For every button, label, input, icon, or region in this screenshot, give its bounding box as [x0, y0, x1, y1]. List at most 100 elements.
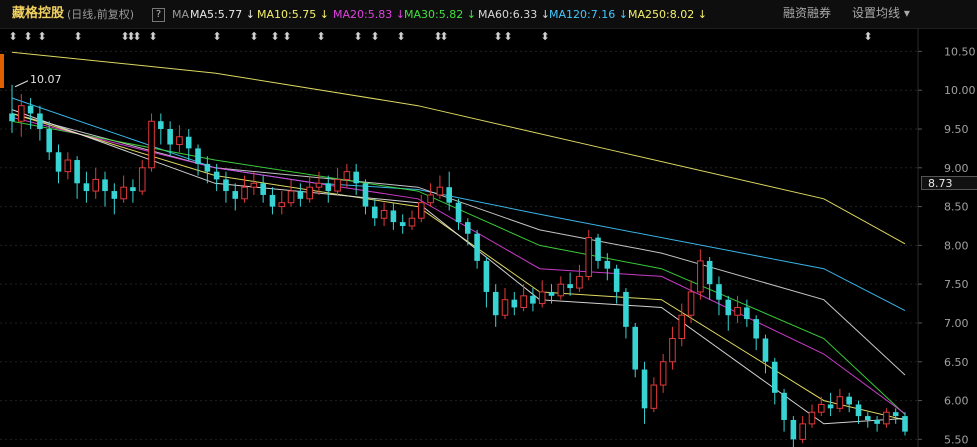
event-marker-icon[interactable]: ⬍ [148, 30, 157, 43]
event-marker-icon[interactable]: ⬍ [439, 30, 448, 43]
candle-body [511, 299, 518, 308]
candle-body [158, 121, 164, 129]
event-marker-icon[interactable]: ⬍ [282, 30, 291, 43]
candle-body [855, 404, 862, 417]
candle-body [641, 369, 648, 409]
candle-body [846, 396, 852, 405]
candle-body [418, 202, 425, 219]
candle-body [371, 206, 378, 219]
candle-body [538, 291, 546, 305]
candle-body [167, 128, 173, 145]
y-tick-label: 8.00 [944, 239, 969, 252]
candle-body [250, 182, 258, 188]
candle-body [436, 186, 444, 196]
candle-body [120, 186, 127, 200]
event-marker-icon[interactable]: ⬍ [370, 30, 379, 43]
candle-body [604, 260, 611, 269]
candle-body [530, 295, 536, 304]
candle-body [362, 183, 369, 207]
event-marker-icon[interactable]: ⬍ [73, 30, 82, 43]
candle-body [492, 291, 499, 316]
candlestick-chart[interactable]: 10.50 10.00 9.50 9.00 8.50 8.00 7.50 7.00 6.50 6.… [0, 0, 977, 447]
event-marker-icon[interactable]: ⬍ [37, 30, 46, 43]
candle-body [808, 411, 816, 425]
event-marker-icon[interactable]: ⬍ [316, 30, 325, 43]
candle-body [576, 275, 583, 289]
y-tick-label: 9.00 [944, 162, 969, 175]
candle-body [46, 128, 52, 153]
candle-body [55, 152, 62, 172]
candle-body [632, 326, 639, 370]
event-marker-icon[interactable]: ⬍ [212, 30, 221, 43]
y-tick-label: 10.50 [944, 45, 976, 58]
candle-body [269, 194, 276, 207]
candle-body [223, 179, 229, 192]
candle-body [790, 419, 797, 440]
candle-body [455, 202, 462, 223]
candle-body [744, 307, 750, 320]
candle-body [185, 136, 192, 149]
candle-body [697, 260, 704, 293]
ma20-line [11, 116, 906, 415]
candle-body [315, 182, 323, 188]
candle-body [548, 291, 555, 296]
candle-body [241, 186, 248, 200]
candle-body [817, 403, 825, 413]
candle-body [306, 186, 313, 200]
candle-body [9, 113, 15, 122]
candle-body [762, 338, 769, 362]
candle-body [353, 171, 359, 184]
event-marker-icon[interactable]: ⬍ [863, 30, 872, 43]
candle-body [408, 217, 416, 227]
candle-body [613, 268, 620, 292]
candle-body [781, 392, 787, 420]
event-marker-icon[interactable]: ⬍ [396, 30, 405, 43]
candle-body [380, 209, 388, 219]
candle-body [483, 260, 490, 292]
event-marker-icon[interactable]: ⬍ [23, 30, 32, 43]
ma10-line [11, 113, 906, 421]
candle-body [585, 237, 593, 277]
candle-body [176, 136, 183, 146]
candle-body [232, 191, 239, 199]
candle-body [427, 194, 434, 204]
event-marker-icon[interactable]: ⬍ [493, 30, 502, 43]
candle-body [399, 222, 406, 226]
y-tick-label: 8.50 [944, 201, 969, 214]
candle-body [678, 314, 686, 339]
candle-body [27, 105, 34, 114]
event-marker-icon[interactable]: ⬍ [249, 30, 258, 43]
candle-body [138, 167, 146, 192]
event-marker-icon[interactable]: ⬍ [270, 30, 279, 43]
candle-body [892, 412, 899, 417]
event-marker-icon[interactable]: ⬍ [8, 30, 17, 43]
candle-body [669, 337, 676, 363]
candle-body [799, 423, 806, 440]
candle-body [64, 159, 72, 173]
candle-body [83, 183, 90, 192]
y-tick-label: 7.50 [944, 278, 969, 291]
event-marker-icon[interactable]: ⬍ [353, 30, 362, 43]
candle-body [827, 404, 834, 409]
candle-body [734, 306, 741, 316]
candle-body [883, 411, 890, 425]
ma30-line [11, 120, 906, 415]
event-marker-icon[interactable]: ⬍ [540, 30, 549, 43]
candle-body [102, 179, 108, 192]
candle-body [865, 416, 871, 420]
candle-body [37, 113, 43, 129]
ma60-line [11, 113, 906, 376]
y-tick-label: 6.00 [944, 395, 969, 408]
candle-body [148, 120, 155, 169]
candle-body [520, 295, 527, 308]
event-marker-icon[interactable]: ⬍ [503, 30, 512, 43]
candle-body [874, 419, 880, 424]
candle-body [260, 183, 266, 195]
candle-body [706, 260, 713, 285]
candle-body [716, 284, 722, 300]
candle-body [297, 191, 304, 199]
event-marker-icon[interactable]: ⬍ [132, 30, 141, 43]
y-tick-label: 9.50 [944, 123, 969, 136]
candle-body [287, 190, 295, 204]
candle-body [725, 299, 732, 316]
